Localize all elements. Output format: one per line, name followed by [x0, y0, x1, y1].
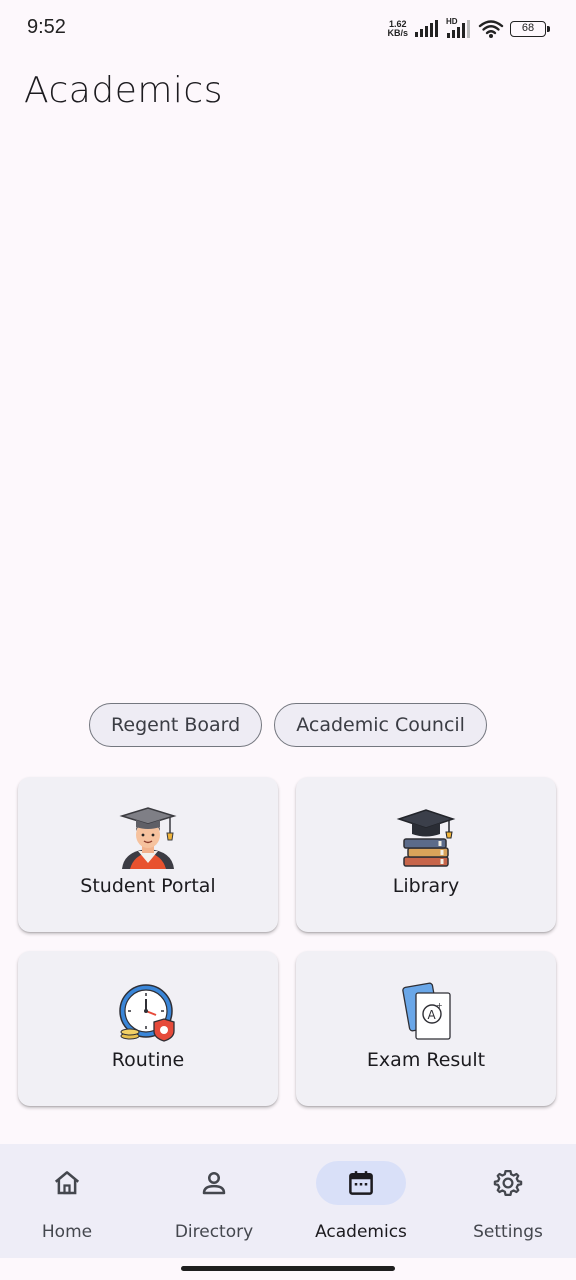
status-icons: 1.62 KB/s HD 68	[387, 17, 550, 40]
nav-item-academics[interactable]: Academics	[289, 1144, 433, 1258]
graduate-student-icon	[119, 807, 177, 869]
cell-signal-icon	[415, 20, 438, 37]
card-routine[interactable]: Routine	[18, 951, 278, 1106]
nav-icon-container-home	[22, 1161, 112, 1205]
nav-item-settings[interactable]: Settings	[436, 1144, 576, 1258]
person-icon	[202, 1171, 226, 1195]
grade-paper-icon: A +	[402, 982, 451, 1040]
svg-text:A: A	[428, 1008, 437, 1022]
nav-icon-container-directory	[169, 1161, 259, 1205]
card-label-library: Library	[392, 875, 460, 897]
nav-label-directory: Directory	[174, 1222, 254, 1242]
status-bar: 9:52 1.62 KB/s HD 68	[0, 0, 576, 56]
cell-signal-hd: HD	[446, 17, 472, 39]
bottom-navigation: Home Directory Academics Settings	[0, 1144, 576, 1258]
page-title: Academics	[24, 70, 223, 111]
network-speed-unit: KB/s	[387, 28, 408, 38]
home-icon	[54, 1171, 80, 1195]
card-label-exam-result: Exam Result	[366, 1049, 486, 1071]
books-graduation-cap-icon	[396, 809, 456, 867]
nav-item-home[interactable]: Home	[0, 1144, 139, 1258]
chip-row: Regent Board Academic Council	[0, 703, 576, 747]
battery-indicator: 68	[510, 21, 550, 37]
chip-academic-council[interactable]: Academic Council	[274, 703, 487, 747]
svg-text:+: +	[436, 1001, 443, 1010]
nav-label-home: Home	[41, 1222, 93, 1242]
wifi-icon	[478, 20, 504, 38]
card-exam-result[interactable]: A + Exam Result	[296, 951, 556, 1106]
network-speed: 1.62 KB/s	[387, 20, 408, 38]
cell-signal-icon-2	[447, 20, 470, 38]
clock-schedule-icon	[119, 984, 175, 1042]
gear-icon	[493, 1170, 523, 1196]
status-time: 9:52	[27, 16, 66, 38]
card-library[interactable]: Library	[296, 777, 556, 932]
home-indicator[interactable]	[181, 1266, 395, 1271]
calendar-icon	[349, 1171, 373, 1195]
nav-label-settings: Settings	[473, 1222, 543, 1242]
nav-label-academics: Academics	[315, 1222, 407, 1242]
card-label-routine: Routine	[111, 1049, 185, 1071]
nav-item-directory[interactable]: Directory	[142, 1144, 286, 1258]
card-label-student-portal: Student Portal	[80, 875, 216, 897]
chip-regent-board[interactable]: Regent Board	[89, 703, 263, 747]
card-student-portal[interactable]: Student Portal	[18, 777, 278, 932]
nav-icon-container-academics	[316, 1161, 406, 1205]
nav-icon-container-settings	[463, 1161, 553, 1205]
